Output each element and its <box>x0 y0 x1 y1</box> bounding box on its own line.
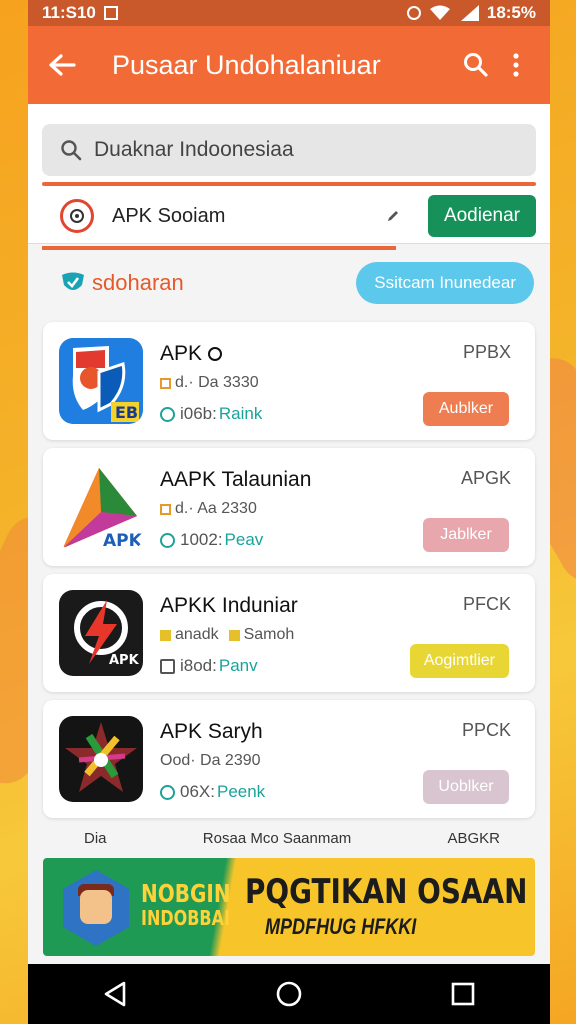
section-header: sdoharan Ssitcam Inunedear <box>28 244 550 314</box>
pencil-icon[interactable] <box>386 209 400 223</box>
battery-percent: 18:5% <box>486 3 536 22</box>
mascot-icon <box>63 870 129 946</box>
search-icon[interactable] <box>456 45 496 85</box>
app-card[interactable]: APK AAPK Talaunian d.· Aa 2330 1002: Pea… <box>43 448 535 566</box>
filter-label[interactable]: APK Sooiam <box>112 205 386 228</box>
search-area: Duaknar Indoonesiaa APK Sooiam Aodienar <box>28 104 550 250</box>
recents-nav-icon[interactable] <box>450 981 476 1007</box>
app-name: APKK Induniar <box>160 594 298 617</box>
alarm-icon <box>406 6 421 20</box>
search-value: Duaknar Indoonesiaa <box>94 138 294 161</box>
app-meta: d.· Da 3330 <box>160 374 259 392</box>
app-bar: Pusaar Undohalaniuar <box>28 26 550 104</box>
signal-icon <box>460 5 479 21</box>
download-button[interactable]: Aogimtlier <box>409 644 509 678</box>
banner-left-text: NOBGIN INDOBBAI <box>141 879 231 930</box>
rank-number: 06X: <box>180 782 215 801</box>
app-meta-text: Ood· Da 2390 <box>160 752 261 769</box>
rank-label: Raink <box>218 404 263 423</box>
rank-icon <box>160 784 175 800</box>
more-vert-icon[interactable] <box>496 45 536 85</box>
app-meta: anadk Samoh <box>160 626 294 644</box>
app-meta-text: d.· Da 3330 <box>175 374 259 391</box>
search-icon <box>61 140 82 161</box>
app-rank: 06X: Peenk <box>160 782 265 802</box>
app-size: PPCK <box>461 720 511 740</box>
download-button[interactable]: Jablker <box>423 518 509 552</box>
rank-number: i06b: <box>180 404 217 423</box>
partial-right: ABGKR <box>447 830 500 847</box>
wifi-icon <box>429 5 450 20</box>
system-nav-bar <box>28 964 550 1024</box>
app-icon-star <box>59 716 143 802</box>
download-button[interactable]: Aublker <box>423 392 509 426</box>
phone-screen: 11:S10 18:5% Pusaar Undohalaniuar Duakna… <box>28 0 550 1024</box>
shield-check-icon <box>62 272 84 290</box>
promo-banner[interactable]: NOBGIN INDOBBAI PQGTIKAN OSAAN MPDFHUG HF… <box>43 858 535 956</box>
app-meta-text: anadk <box>175 626 219 643</box>
rank-label: Peav <box>224 530 264 549</box>
app-size: PFCK <box>462 594 511 614</box>
partial-list-row: Dia Rosaa Mco Saanmam ABGKR <box>28 826 550 848</box>
rank-icon <box>160 406 175 422</box>
home-nav-icon[interactable] <box>275 980 303 1008</box>
back-arrow-icon[interactable] <box>42 45 82 85</box>
app-icon-shield: EB <box>59 338 143 424</box>
app-icon-lightning: APK <box>59 590 143 676</box>
app-card[interactable]: APK Saryh Ood· Da 2390 06X: Peenk PPCK U… <box>43 700 535 818</box>
partial-middle: Rosaa Mco Saanmam <box>202 830 352 847</box>
partial-left: Dia <box>84 830 107 847</box>
app-meta-text: d.· Aa 2330 <box>175 500 257 517</box>
filter-row: APK Sooiam Aodienar <box>42 186 536 250</box>
apk-logo-icon <box>60 199 94 233</box>
banner-headline: PQGTIKAN OSAAN <box>245 872 528 912</box>
app-rank: i8od: Panv <box>160 656 258 676</box>
app-size: PPBX <box>462 342 511 362</box>
rank-icon <box>160 532 175 548</box>
rank-label: Panv <box>218 656 258 675</box>
app-size: APGK <box>460 468 511 488</box>
back-nav-icon[interactable] <box>102 980 128 1008</box>
banner-subline: MPDFHUG HFKKI <box>265 914 417 939</box>
filter-action-button[interactable]: Aodienar <box>427 195 536 237</box>
app-card[interactable]: APK APKK Induniar anadk Samoh i8od: Panv … <box>43 574 535 692</box>
app-rank: 1002: Peav <box>160 530 263 550</box>
app-name: AAPK Talaunian <box>160 468 312 491</box>
app-name: APK Saryh <box>160 720 263 743</box>
app-icon-prism: APK <box>59 464 143 550</box>
app-card[interactable]: EB APK d.· Da 3330 i06b: Raink PPBX Aubl… <box>43 322 535 440</box>
active-tab-indicator <box>42 246 396 250</box>
notification-icon <box>103 6 118 20</box>
rank-number: i8od: <box>180 656 217 675</box>
page-title: Pusaar Undohalaniuar <box>112 49 381 80</box>
tag-icon <box>228 629 240 641</box>
tag-icon <box>160 629 171 641</box>
app-icon-label: APK <box>109 653 140 668</box>
info-icon <box>160 503 171 515</box>
copyright-icon <box>207 347 222 362</box>
info-icon <box>160 377 171 389</box>
app-name: APK <box>160 342 222 366</box>
status-time: 11:S10 <box>42 3 96 22</box>
search-input[interactable]: Duaknar Indoonesiaa <box>42 124 536 176</box>
brand: sdoharan <box>60 270 184 296</box>
app-meta: Ood· Da 2390 <box>160 752 261 770</box>
section-pill-button[interactable]: Ssitcam Inunedear <box>356 262 534 304</box>
brand-name: sdoharan <box>92 270 184 295</box>
app-rank: i06b: Raink <box>160 404 262 424</box>
rank-label: Peenk <box>216 782 266 801</box>
rank-icon <box>160 658 175 674</box>
download-button[interactable]: Uoblker <box>423 770 509 804</box>
status-bar: 11:S10 18:5% <box>28 0 550 26</box>
app-meta-text: Samoh <box>243 626 295 643</box>
app-icon-label: APK <box>103 531 143 550</box>
svg-text:EB: EB <box>115 403 138 422</box>
app-meta: d.· Aa 2330 <box>160 500 257 518</box>
rank-number: 1002: <box>180 530 223 549</box>
